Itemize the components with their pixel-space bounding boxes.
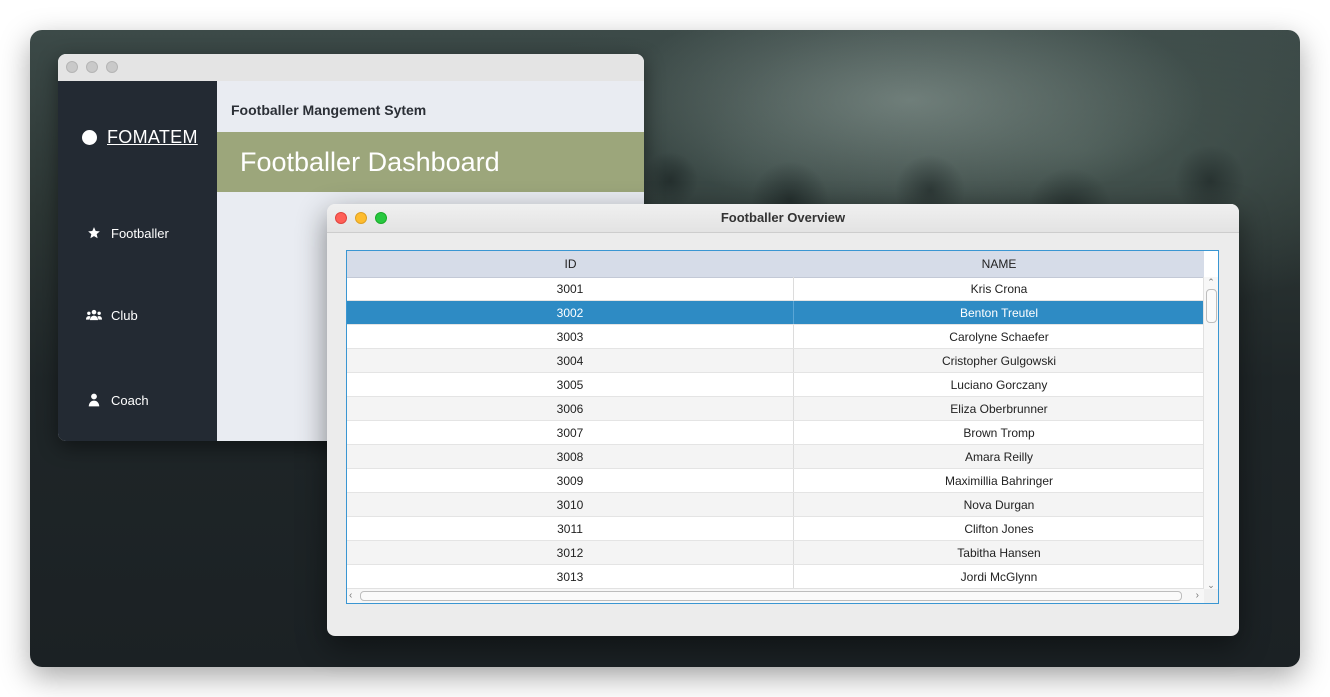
cell-name[interactable]: Benton Treutel xyxy=(794,301,1204,324)
footballer-table[interactable]: ID NAME 3001 Kris Crona 3002 Benton Treutel… xyxy=(346,250,1219,604)
window-title: Footballer Overview xyxy=(720,210,846,225)
table-row[interactable]: 3008 Amara Reilly xyxy=(347,445,1204,469)
vertical-scrollbar[interactable]: ⌃ ⌄ xyxy=(1203,277,1218,591)
close-button[interactable] xyxy=(335,212,347,224)
table-row[interactable]: 3010 Nova Durgan xyxy=(347,493,1204,517)
cell-id[interactable]: 3004 xyxy=(347,349,794,372)
brand-name: FOMATEM xyxy=(107,127,198,147)
zoom-button-inactive[interactable] xyxy=(106,61,118,73)
cell-name[interactable]: Amara Reilly xyxy=(794,445,1204,468)
cell-name[interactable]: Carolyne Schaefer xyxy=(794,325,1204,348)
cell-name[interactable]: Jordi McGlynn xyxy=(794,565,1204,588)
cell-name[interactable]: Luciano Gorczany xyxy=(794,373,1204,396)
horizontal-scrollbar[interactable]: ‹ › xyxy=(347,588,1204,603)
dashboard-banner: Footballer Dashboard xyxy=(217,132,644,192)
zoom-button[interactable] xyxy=(375,212,387,224)
cell-id[interactable]: 3009 xyxy=(347,469,794,492)
vertical-scroll-thumb[interactable] xyxy=(1206,289,1217,323)
scroll-up-icon[interactable]: ⌃ xyxy=(1204,277,1218,288)
star-icon xyxy=(86,225,102,241)
cell-name[interactable]: Eliza Oberbrunner xyxy=(794,397,1204,420)
column-header-id[interactable]: ID xyxy=(347,251,794,277)
scroll-left-icon[interactable]: ‹ xyxy=(349,589,352,603)
horizontal-scroll-thumb[interactable] xyxy=(360,591,1182,601)
cell-id[interactable]: 3008 xyxy=(347,445,794,468)
cell-id[interactable]: 3006 xyxy=(347,397,794,420)
table-row[interactable]: 3002 Benton Treutel xyxy=(347,301,1204,325)
sidebar-item-label: Footballer xyxy=(111,225,169,241)
scroll-corner xyxy=(1204,589,1218,603)
sidebar-item-label: Coach xyxy=(111,392,149,408)
cell-name[interactable]: Kris Crona xyxy=(794,277,1204,300)
scroll-right-icon[interactable]: › xyxy=(1196,589,1199,603)
cell-id[interactable]: 3005 xyxy=(347,373,794,396)
dashboard-titlebar[interactable] xyxy=(58,54,644,82)
cell-name[interactable]: Brown Tromp xyxy=(794,421,1204,444)
cell-id[interactable]: 3001 xyxy=(347,277,794,300)
app-heading: Footballer Mangement Sytem xyxy=(231,102,427,118)
column-header-name[interactable]: NAME xyxy=(794,251,1204,277)
table-row[interactable]: 3005 Luciano Gorczany xyxy=(347,373,1204,397)
table-row[interactable]: 3011 Clifton Jones xyxy=(347,517,1204,541)
brand-logo-icon xyxy=(82,130,97,145)
minimize-button-inactive[interactable] xyxy=(86,61,98,73)
overview-window: Footballer Overview ID NAME 3001 Kris Cro… xyxy=(327,204,1239,636)
cell-id[interactable]: 3011 xyxy=(347,517,794,540)
table-body: 3001 Kris Crona 3002 Benton Treutel 3003 Caro… xyxy=(347,277,1204,589)
cell-id[interactable]: 3002 xyxy=(347,301,794,324)
close-button-inactive[interactable] xyxy=(66,61,78,73)
cell-id[interactable]: 3007 xyxy=(347,421,794,444)
sidebar: FOMATEM Footballer Club Coach xyxy=(58,81,217,441)
table-row[interactable]: 3004 Cristopher Gulgowski xyxy=(347,349,1204,373)
cell-id[interactable]: 3010 xyxy=(347,493,794,516)
table-row[interactable]: 3006 Eliza Oberbrunner xyxy=(347,397,1204,421)
cell-name[interactable]: Cristopher Gulgowski xyxy=(794,349,1204,372)
table-row[interactable]: 3003 Carolyne Schaefer xyxy=(347,325,1204,349)
table-row[interactable]: 3007 Brown Tromp xyxy=(347,421,1204,445)
sidebar-item-footballer[interactable]: Footballer xyxy=(86,225,169,241)
table-header: ID NAME xyxy=(347,251,1204,278)
cell-id[interactable]: 3012 xyxy=(347,541,794,564)
brand[interactable]: FOMATEM xyxy=(82,127,198,148)
sidebar-item-coach[interactable]: Coach xyxy=(86,392,149,408)
table-row[interactable]: 3013 Jordi McGlynn xyxy=(347,565,1204,589)
cell-name[interactable]: Clifton Jones xyxy=(794,517,1204,540)
cell-id[interactable]: 3013 xyxy=(347,565,794,588)
users-icon xyxy=(86,307,102,323)
minimize-button[interactable] xyxy=(355,212,367,224)
overview-titlebar[interactable]: Footballer Overview xyxy=(327,204,1239,233)
sidebar-item-label: Club xyxy=(111,307,138,323)
user-icon xyxy=(86,392,102,408)
sidebar-item-club[interactable]: Club xyxy=(86,307,138,323)
page-title: Footballer Dashboard xyxy=(240,147,500,177)
table-row[interactable]: 3001 Kris Crona xyxy=(347,277,1204,301)
cell-name[interactable]: Nova Durgan xyxy=(794,493,1204,516)
table-row[interactable]: 3012 Tabitha Hansen xyxy=(347,541,1204,565)
cell-id[interactable]: 3003 xyxy=(347,325,794,348)
table-row[interactable]: 3009 Maximillia Bahringer xyxy=(347,469,1204,493)
cell-name[interactable]: Maximillia Bahringer xyxy=(794,469,1204,492)
cell-name[interactable]: Tabitha Hansen xyxy=(794,541,1204,564)
